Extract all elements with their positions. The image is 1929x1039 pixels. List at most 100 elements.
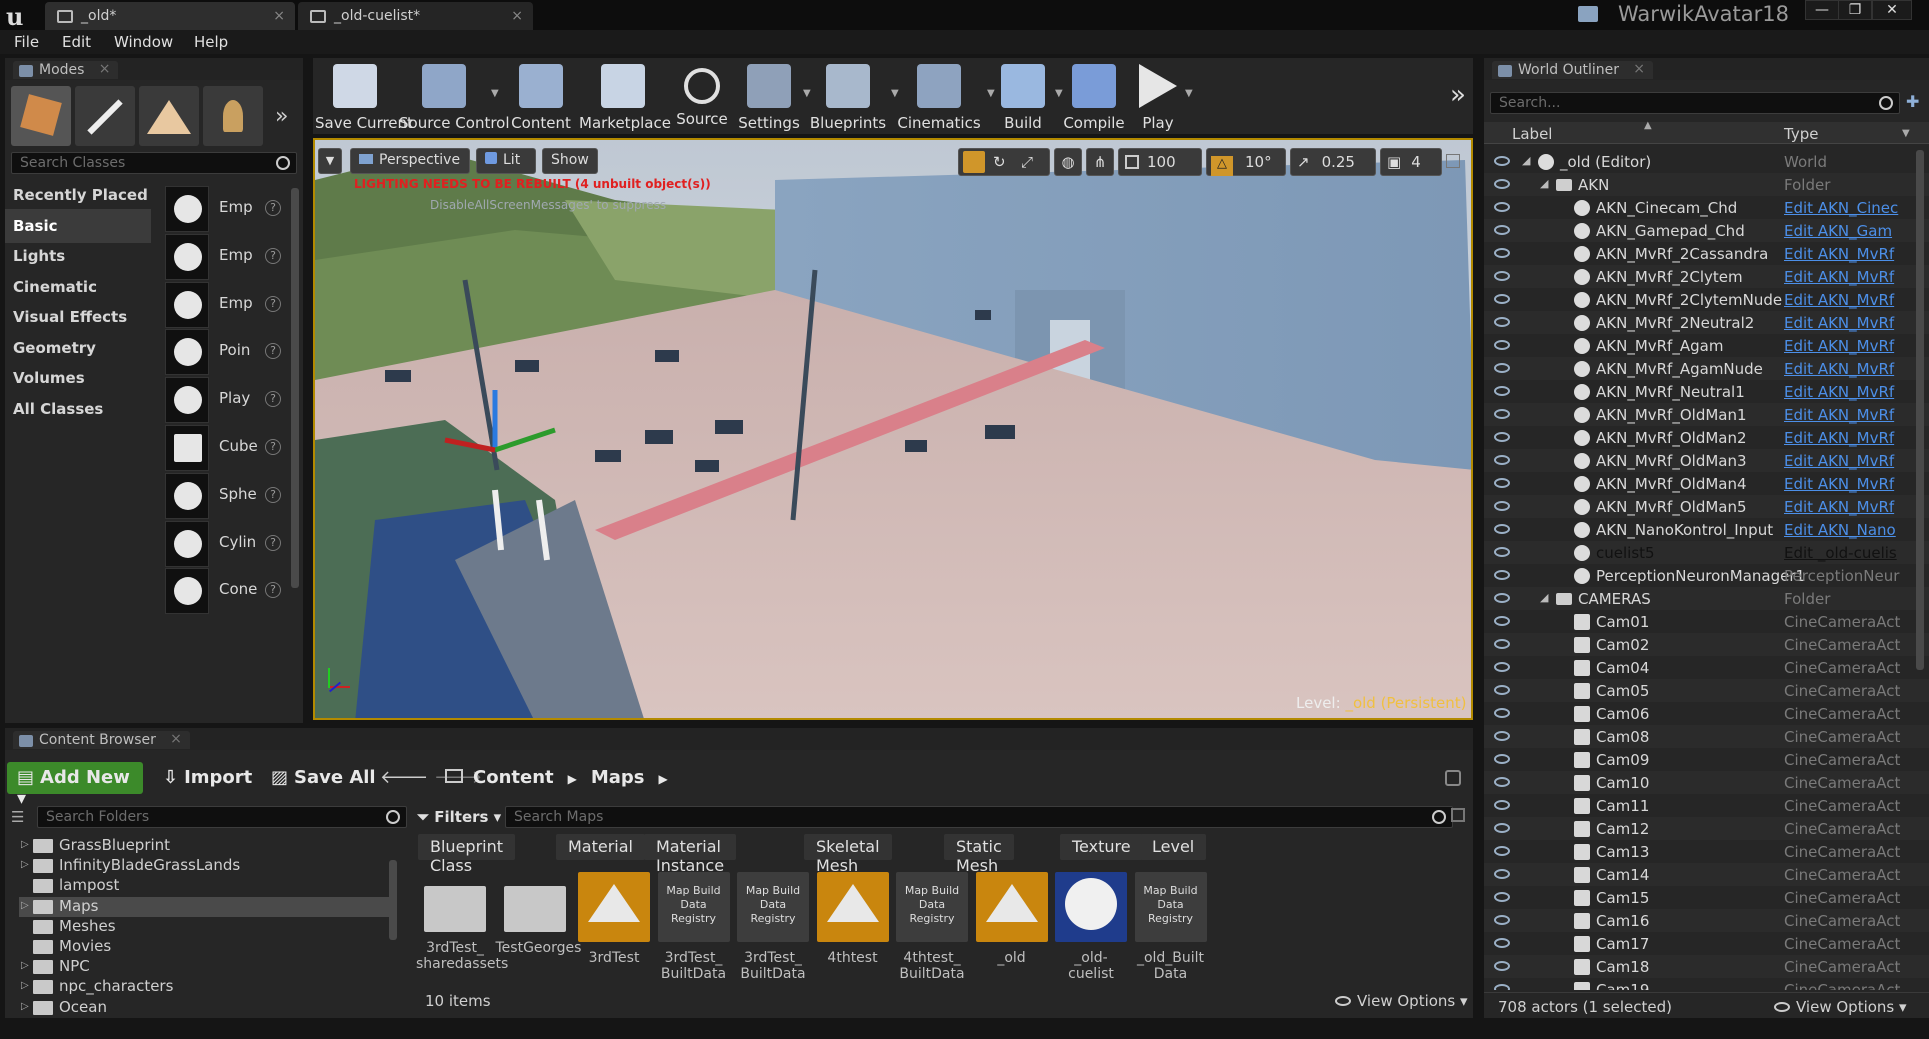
expand-arrow-icon[interactable]: ▷ [21,900,29,911]
visibility-eye-icon[interactable] [1494,547,1510,557]
outliner-row[interactable]: ◢ _old (Editor) World [1484,150,1929,173]
outliner-row[interactable]: Cam19 CineCameraAct [1484,978,1929,990]
row-type[interactable]: Edit AKN_MvRf [1784,498,1904,516]
visibility-eye-icon[interactable] [1494,202,1510,212]
asset-tile[interactable]: 4thtest [814,872,892,992]
search-classes-input[interactable]: Search Classes [11,152,297,174]
help-icon[interactable]: ? [265,534,281,551]
outliner-row[interactable]: AKN_MvRf_OldMan4 Edit AKN_MvRf [1484,472,1929,495]
filter-tab-texture[interactable]: Texture [1060,834,1143,860]
outliner-row[interactable]: AKN_MvRf_OldMan1 Edit AKN_MvRf [1484,403,1929,426]
outliner-row[interactable]: AKN_MvRf_OldMan2 Edit AKN_MvRf [1484,426,1929,449]
more-modes-icon[interactable]: » [275,104,288,129]
visibility-eye-icon[interactable] [1494,271,1510,281]
help-icon[interactable]: ? [265,295,281,312]
place-mode-icon[interactable] [11,86,71,146]
translate-icon[interactable] [963,151,985,173]
filter-tab-static-mesh[interactable]: Static Mesh [944,834,1014,875]
help-icon[interactable]: ? [265,200,281,216]
asset-tile[interactable]: TestGeorges [496,872,581,992]
surface-snap-icon[interactable]: ⋔ [1086,148,1114,176]
outliner-row[interactable]: cuelist5 Edit _old-cuelis [1484,541,1929,564]
visibility-eye-icon[interactable] [1494,478,1510,488]
visibility-eye-icon[interactable] [1494,662,1510,672]
close-window-button[interactable]: ✕ [1872,0,1912,20]
save-search-icon[interactable] [1451,808,1465,822]
visibility-eye-icon[interactable] [1494,892,1510,902]
compile-button[interactable]: Compile [1061,58,1127,134]
visibility-eye-icon[interactable] [1494,754,1510,764]
placeable-item[interactable]: Cone? [161,564,285,618]
folder-maps[interactable]: ▷ Maps [19,896,389,917]
placeable-item[interactable]: Emp? [161,278,285,332]
row-type[interactable]: Edit AKN_MvRf [1784,475,1904,493]
expand-arrow-icon[interactable]: ◢ [1522,154,1530,167]
outliner-row[interactable]: AKN_Gamepad_Chd Edit AKN_Gam [1484,219,1929,242]
row-type[interactable]: Edit AKN_MvRf [1784,337,1904,355]
scale-snap-button[interactable]: ↗ 0.25 [1290,148,1376,176]
visibility-eye-icon[interactable] [1494,846,1510,856]
outliner-row[interactable]: Cam17 CineCameraAct [1484,932,1929,955]
breadcrumb-content[interactable]: Content [473,767,554,788]
outliner-row[interactable]: AKN_MvRf_2Cassandra Edit AKN_MvRf [1484,242,1929,265]
outliner-row[interactable]: Cam08 CineCameraAct [1484,725,1929,748]
row-type[interactable]: Edit AKN_MvRf [1784,314,1904,332]
help-icon[interactable]: ? [265,439,281,455]
folder-lampost[interactable]: lampost [19,876,389,896]
content-view-options-button[interactable]: View Options ▾ [1335,992,1468,1010]
outliner-row[interactable]: Cam13 CineCameraAct [1484,840,1929,863]
filters-button[interactable]: ⏷ Filters ▾ [417,806,503,828]
visibility-eye-icon[interactable] [1494,915,1510,925]
save-current-button[interactable]: Save Current [315,58,413,134]
outliner-row[interactable]: ◢ CAMERAS Folder [1484,587,1929,610]
visibility-eye-icon[interactable] [1494,363,1510,373]
outliner-row[interactable]: Cam06 CineCameraAct [1484,702,1929,725]
visibility-eye-icon[interactable] [1494,179,1510,189]
source-control-button[interactable]: Source Control [399,58,510,134]
outliner-row[interactable]: AKN_MvRf_AgamNude Edit AKN_MvRf [1484,357,1929,380]
expand-arrow-icon[interactable]: ◢ [1540,177,1548,190]
level-viewport[interactable] [313,138,1473,720]
grid-snap-button[interactable]: 100 [1118,148,1202,176]
row-type[interactable]: Edit _old-cuelis [1784,544,1904,562]
outliner-row[interactable]: AKN_NanoKontrol_Input Edit AKN_Nano [1484,518,1929,541]
row-type[interactable]: Edit AKN_Gam [1784,222,1904,240]
search-folders-input[interactable]: Search Folders [37,806,407,828]
build-button[interactable]: Build [993,58,1053,134]
row-type[interactable]: Edit AKN_MvRf [1784,452,1904,470]
row-type[interactable]: Edit AKN_MvRf [1784,268,1904,286]
visibility-eye-icon[interactable] [1494,248,1510,258]
folder-infinitybladegrasslands[interactable]: ▷ InfinityBladeGrassLands [19,856,389,876]
folder-npc[interactable]: ▷ NPC [19,957,389,977]
folder-meshes[interactable]: Meshes [19,917,389,937]
help-icon[interactable]: ? [265,343,281,360]
placeable-item[interactable]: Emp? [161,182,285,236]
scale-icon[interactable]: ⤢ [1021,153,1033,171]
visibility-eye-icon[interactable] [1494,455,1510,465]
outliner-row[interactable]: AKN_MvRf_Neutral1 Edit AKN_MvRf [1484,380,1929,403]
visibility-eye-icon[interactable] [1494,340,1510,350]
expand-arrow-icon[interactable]: ▷ [21,1001,29,1012]
row-type[interactable]: Edit AKN_MvRf [1784,360,1904,378]
document-tab-old-cuelist[interactable]: _old-cuelist* × [298,2,533,30]
visibility-eye-icon[interactable] [1494,432,1510,442]
folder-movies[interactable]: Movies [19,937,389,957]
sources-toggle-icon[interactable]: ☰ [11,808,27,826]
settings-button[interactable]: Settings [737,58,801,134]
visibility-eye-icon[interactable] [1494,225,1510,235]
asset-tile[interactable]: _old [973,872,1051,992]
modes-scrollbar[interactable] [291,188,299,588]
visibility-eye-icon[interactable] [1494,800,1510,810]
close-icon[interactable]: × [99,61,111,77]
visibility-eye-icon[interactable] [1494,777,1510,787]
asset-tile[interactable]: Map Build Data Registry _old_Built Data [1132,872,1210,992]
row-type[interactable]: Edit AKN_MvRf [1784,245,1904,263]
outliner-row[interactable]: Cam09 CineCameraAct [1484,748,1929,771]
menu-edit[interactable]: Edit [62,33,91,51]
perspective-button[interactable]: Perspective [350,148,470,174]
back-arrow-icon[interactable]: 🡐 [380,767,428,788]
camera-speed-button[interactable]: ▣ 4 [1380,148,1442,176]
source-button[interactable]: Source [671,58,733,134]
visibility-eye-icon[interactable] [1494,156,1510,166]
save-all-button[interactable]: ▨ Save All [261,762,386,794]
